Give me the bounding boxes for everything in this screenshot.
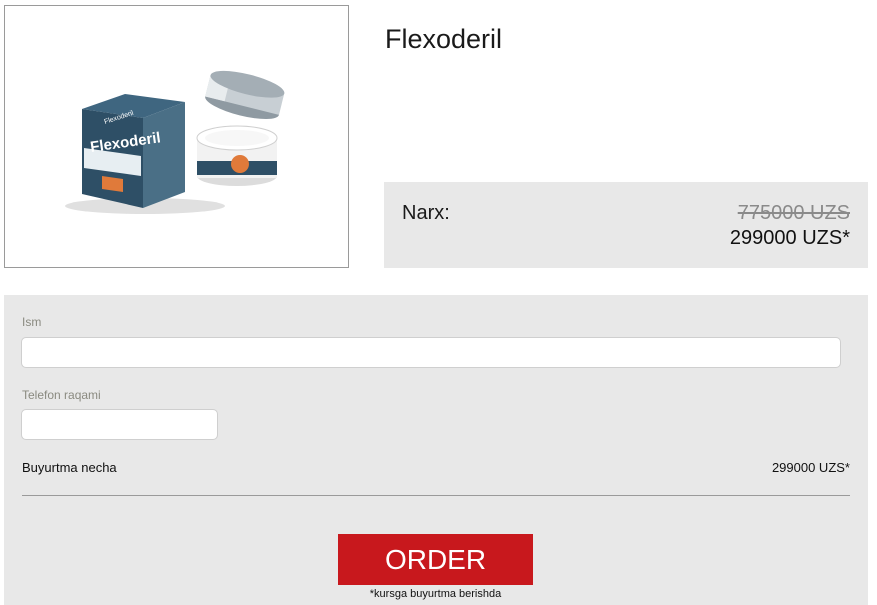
new-price: 299000 UZS* — [729, 227, 850, 249]
order-note: *kursga buyurtma berishda — [369, 588, 502, 600]
price-label: Narx: — [402, 202, 450, 224]
phone-input[interactable] — [21, 409, 218, 440]
product-image: Flexoderil Flexoderil — [4, 5, 349, 268]
divider — [22, 495, 850, 496]
name-input[interactable] — [21, 337, 841, 368]
order-button[interactable]: ORDER — [338, 534, 533, 585]
product-title: Flexoderil — [385, 24, 503, 54]
product-illustration: Flexoderil Flexoderil — [65, 70, 285, 214]
order-summary-label: Buyurtma necha — [22, 460, 117, 475]
old-price: 775000 UZS — [737, 202, 850, 224]
price-box: Narx: 775000 UZS 299000 UZS* — [384, 182, 868, 268]
order-form: Ism Telefon raqami Buyurtma necha 299000… — [4, 295, 868, 605]
name-label: Ism — [22, 315, 42, 329]
phone-label: Telefon raqami — [22, 388, 101, 402]
order-summary-value: 299000 UZS* — [771, 460, 850, 475]
